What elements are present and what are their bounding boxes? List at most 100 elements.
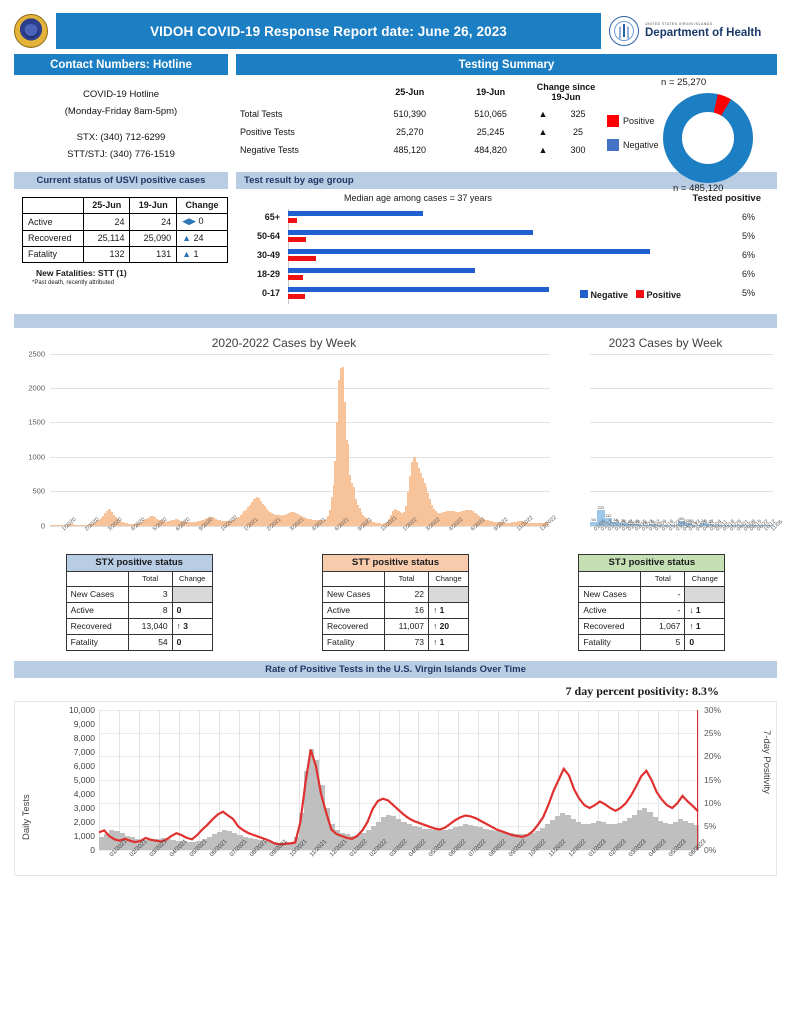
table-row: Fatality 132 131 ▲ 1 <box>22 245 228 263</box>
positive-tests-current: 25,270 <box>395 127 424 137</box>
positive-tests-label: Positive Tests <box>240 127 295 137</box>
table-row: Active 24 24 ◀▶ 0 <box>22 212 228 231</box>
seven-day-positivity: 7 day percent positivity: 8.3% <box>565 683 719 698</box>
table-row: Fatality 54 0 <box>65 633 213 651</box>
y-tick-label: 3,000 <box>73 802 95 813</box>
island-row-total: 13,040 <box>127 617 173 635</box>
age-row-label: 50-64 <box>256 230 280 241</box>
age-bar-negative <box>288 229 534 235</box>
positivity-y2-axis-label: 7-day Positivity <box>761 729 772 794</box>
y2-tick-label: 15% <box>704 774 722 785</box>
bar-data-label: 222 <box>597 505 605 511</box>
age-row: 0-17 5% <box>236 285 777 304</box>
y2-tick-label: 25% <box>704 727 722 738</box>
chart-2023-title: 2023 Cases by Week <box>608 335 723 350</box>
y2-tick-label: 20% <box>704 751 722 762</box>
y-tick-label: 1000 <box>28 452 45 462</box>
active-change: 0 <box>198 216 204 226</box>
recovered-change: 24 <box>193 233 204 243</box>
age-row-bars <box>288 209 777 228</box>
legend-swatch-positive <box>607 115 619 127</box>
testing-table-wrap: 25-Jun 19-Jun Change since 19-Jun Total … <box>236 79 601 159</box>
status-header-row: 25-Jun 19-Jun Change <box>22 196 228 214</box>
age-group-chart: Median age among cases = 37 years Tested… <box>236 191 777 306</box>
fatality-label: Fatality <box>22 245 84 263</box>
new-fatalities-note: New Fatalities: STT (1) <box>36 267 127 278</box>
donut-positive-count: n = 25,270 <box>661 77 707 88</box>
island-col-total: Total <box>383 570 429 587</box>
island-row-total: 22 <box>383 585 429 603</box>
island-col-blank <box>321 570 385 587</box>
island-row-label: New Cases <box>65 585 129 603</box>
status-panel: Current status of USVI positive cases 25… <box>14 171 228 306</box>
recovered-current: 25,114 <box>82 229 131 247</box>
total-tests-previous: 510,065 <box>474 109 507 119</box>
age-row-label: 30-49 <box>256 249 280 260</box>
island-row-total: 73 <box>383 633 429 651</box>
age-row-bars <box>288 285 777 304</box>
chart-2020-2022-bars <box>50 354 550 526</box>
island-col-blank <box>578 570 642 587</box>
age-row: 50-64 5% <box>236 228 777 247</box>
age-tested-positive-pct: 6% <box>741 268 755 279</box>
positivity-right-axis-line <box>697 709 698 850</box>
status-col-change: Change <box>176 196 228 214</box>
island-row-label: Recovered <box>578 617 642 635</box>
status-col-blank <box>22 196 84 214</box>
table-row: New Cases 3 <box>65 585 213 603</box>
island-table-title: STX positive status <box>65 553 213 572</box>
age-chart-rows: 65+ 6% 50-64 5% 30-49 6% 18-29 6% 0-17 5% <box>236 209 777 304</box>
island-row-change: 0 <box>171 601 213 619</box>
negative-tests-previous: 484,820 <box>474 145 507 155</box>
contact-testing-row: Contact Numbers: Hotline COVID-19 Hotlin… <box>0 48 791 194</box>
positivity-section: Rate of Positive Tests in the U.S. Virgi… <box>0 651 791 876</box>
island-row-change: ↑ 20 <box>427 617 469 635</box>
positivity-y-axis-label: Daily Tests <box>21 793 32 840</box>
bar-data-label: 112 <box>605 512 612 518</box>
island-row-label: New Cases <box>578 585 642 603</box>
stx-phone: STX: (340) 712-6299 <box>76 132 166 144</box>
age-bar-negative <box>288 210 423 216</box>
tested-positive-header: Tested positive <box>692 192 761 204</box>
y-tick-label: 6,000 <box>73 760 95 771</box>
testing-col-previous: 19-Jun <box>476 87 506 97</box>
legend-label-negative: Negative <box>623 140 659 150</box>
table-row: Active 16 ↑ 1 <box>321 601 469 619</box>
fatality-arrow-icon: ▲ <box>182 249 192 259</box>
testing-table: 25-Jun 19-Jun Change since 19-Jun Total … <box>236 79 601 159</box>
island-row-total: 5 <box>640 633 686 651</box>
recovered-change-cell: ▲ 24 <box>176 229 228 247</box>
table-row: Recovered 25,114 25,090 ▲ 24 <box>22 229 228 247</box>
island-row-label: Active <box>321 601 385 619</box>
y-tick-label: 4,000 <box>73 788 95 799</box>
y-tick-label: 1500 <box>28 417 45 427</box>
legend-swatch-negative <box>607 139 619 151</box>
y2-tick-label: 10% <box>704 797 722 808</box>
table-row: Active - ↓ 1 <box>578 601 726 619</box>
chart-2023-plot: 54 222 112 44 36 20 22 12 19 65 35 8 34 20 01/05 01/12… <box>554 353 784 544</box>
testing-donut-chart: n = 25,270 Positive Negative n = 485,120 <box>601 77 777 194</box>
stt-stj-phone: STT/STJ: (340) 776-1519 <box>67 148 175 160</box>
age-bar-positive <box>288 217 298 223</box>
negative-tests-arrow-icon: ▲ <box>538 145 548 155</box>
island-header-row: Total Change <box>578 570 726 587</box>
age-bar-positive <box>288 236 307 242</box>
positivity-plot-area <box>99 709 699 851</box>
doh-logo: UNITED STATES VIRGIN ISLANDS Department … <box>609 16 777 46</box>
y-tick-label: 2000 <box>28 383 45 393</box>
y-tick-label: 10,000 <box>69 704 95 715</box>
chart-2020-2022-plot: 2500 2000 1500 1000 500 0 1/2020 2/2020 3/2020 4… <box>14 349 557 544</box>
chart-2020-2022-xaxis: 1/2020 2/2020 3/2020 4/2020 5/2020 6/2020 9/20… <box>50 514 557 544</box>
doh-logo-text: UNITED STATES VIRGIN ISLANDS Department … <box>645 22 761 39</box>
usvi-status-table: 25-Jun 19-Jun Change Active 24 24 ◀▶ 0 R… <box>22 196 228 263</box>
island-status-tables: STX positive status Total Change New Cases 3… <box>0 544 791 651</box>
table-row: Active 8 0 <box>65 601 213 619</box>
total-tests-current: 510,390 <box>393 109 426 119</box>
age-row-label: 18-29 <box>256 268 280 279</box>
status-col-current: 25-Jun <box>82 196 131 214</box>
past-death-footnote: *Past death, recently attributed <box>32 279 115 286</box>
age-row: 30-49 6% <box>236 247 777 266</box>
y-tick-label: 1,000 <box>73 830 95 841</box>
age-row: 65+ 6% <box>236 209 777 228</box>
contact-body: COVID-19 Hotline (Monday-Friday 8am-5pm)… <box>14 75 228 164</box>
